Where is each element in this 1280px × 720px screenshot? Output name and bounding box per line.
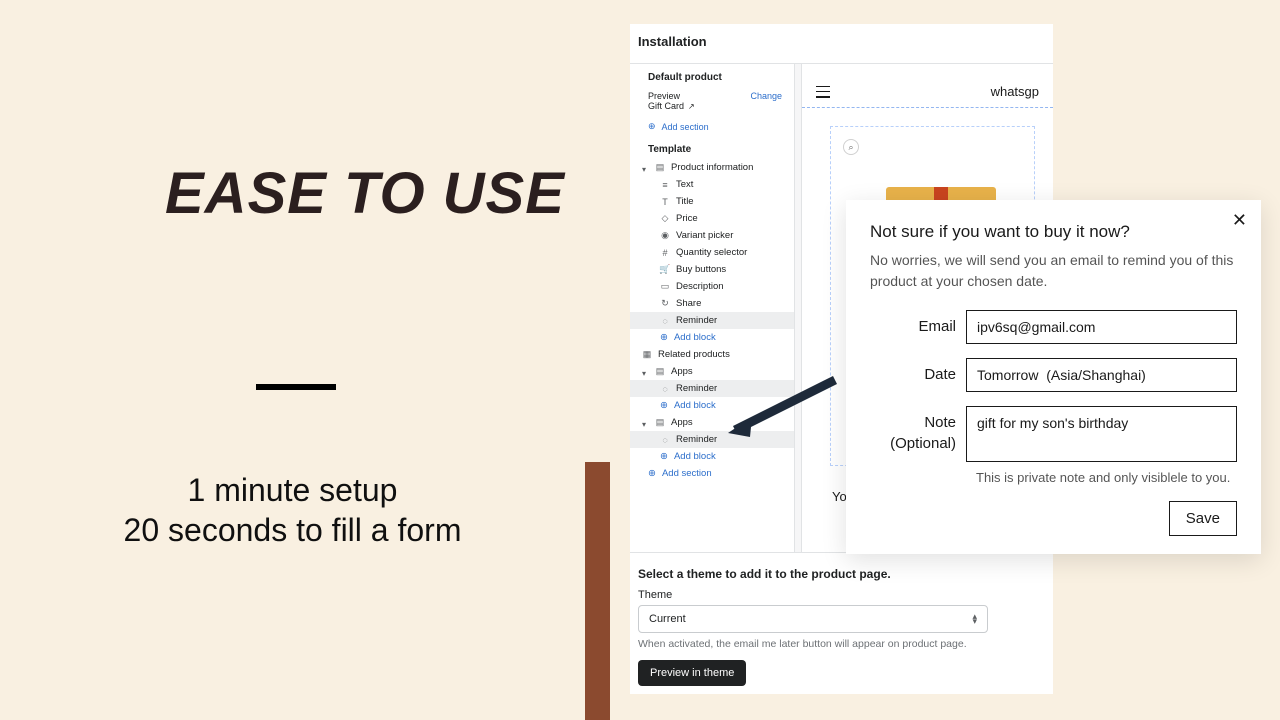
tree-text[interactable]: ≡Text <box>630 176 794 193</box>
variant-icon: ◉ <box>660 231 670 241</box>
plus-icon: ⊕ <box>660 400 668 411</box>
save-button[interactable]: Save <box>1169 501 1237 536</box>
template-label: Template <box>630 136 794 159</box>
modal-title: Not sure if you want to buy it now? <box>870 222 1237 242</box>
text-fragment: Yo <box>832 489 847 504</box>
arrow-annotation <box>720 375 840 445</box>
email-field[interactable] <box>966 310 1237 344</box>
editor-tree: Default product Preview Change Gift Card… <box>630 64 795 552</box>
external-link-icon[interactable]: ↗ <box>688 102 695 111</box>
headline: EASE TO USE <box>165 160 565 227</box>
preview-label: Preview <box>648 91 680 101</box>
change-link[interactable]: Change <box>750 91 782 101</box>
tree-quantity-selector[interactable]: #Quantity selector <box>630 244 794 261</box>
reminder-modal: ✕ Not sure if you want to buy it now? No… <box>846 200 1261 554</box>
date-field[interactable] <box>966 358 1237 392</box>
tree-share[interactable]: ↻Share <box>630 295 794 312</box>
tree-related-products[interactable]: ▦Related products <box>630 346 794 363</box>
grid-icon: ▦ <box>642 350 652 360</box>
caret-icon <box>642 419 649 426</box>
note-field[interactable] <box>966 406 1237 462</box>
theme-hint: When activated, the email me later butto… <box>638 638 1045 650</box>
installation-title: Installation <box>630 24 1053 63</box>
close-icon[interactable]: ✕ <box>1232 210 1247 231</box>
caret-icon <box>642 164 649 171</box>
apps-icon: ▤ <box>655 418 665 428</box>
subtext-line1: 1 minute setup <box>188 472 398 508</box>
cart-icon: 🛒 <box>660 265 670 275</box>
theme-section: Select a theme to add it to the product … <box>630 553 1053 692</box>
block-icon: ◌ <box>660 435 670 445</box>
quantity-icon: # <box>660 248 670 258</box>
tree-reminder-1[interactable]: ◌Reminder <box>630 312 794 329</box>
share-icon: ↻ <box>660 299 670 309</box>
preview-in-theme-button[interactable]: Preview in theme <box>638 660 746 686</box>
add-block-1[interactable]: ⊕Add block <box>630 329 794 346</box>
add-block-3[interactable]: ⊕Add block <box>630 448 794 465</box>
block-icon: ◌ <box>660 384 670 394</box>
tree-title[interactable]: TTitle <box>630 193 794 210</box>
plus-icon: ⊕ <box>648 468 656 479</box>
text-icon: ≡ <box>660 180 670 190</box>
plus-icon: ⊕ <box>660 451 668 462</box>
select-theme-instruction: Select a theme to add it to the product … <box>638 567 1045 581</box>
add-section[interactable]: ⊕ Add section <box>630 117 794 136</box>
tree-variant-picker[interactable]: ◉Variant picker <box>630 227 794 244</box>
title-icon: T <box>660 197 670 207</box>
theme-select-value: Current <box>649 613 686 625</box>
note-label: Note (Optional) <box>870 406 966 454</box>
accent-bar <box>585 462 610 720</box>
tree-product-information[interactable]: ▤ Product information <box>630 159 794 176</box>
theme-field-label: Theme <box>638 589 1045 601</box>
email-label: Email <box>870 310 966 337</box>
modal-subtitle: No worries, we will send you an email to… <box>870 250 1237 292</box>
block-icon: ◌ <box>660 316 670 326</box>
tree-description[interactable]: ▭Description <box>630 278 794 295</box>
description-icon: ▭ <box>660 282 670 292</box>
divider <box>256 384 336 390</box>
zoom-icon[interactable]: ⌕ <box>843 139 859 155</box>
gift-card-label: Gift Card <box>648 101 684 111</box>
note-hint: This is private note and only visiblele … <box>976 470 1237 485</box>
default-product-label: Default product <box>630 64 794 89</box>
updown-icon: ▴▾ <box>972 614 977 625</box>
subtext-line2: 20 seconds to fill a form <box>124 512 462 548</box>
theme-select[interactable]: Current ▴▾ <box>638 605 988 633</box>
add-section-2[interactable]: ⊕Add section <box>630 465 794 482</box>
plus-icon: ⊕ <box>660 332 668 343</box>
price-icon: ◇ <box>660 214 670 224</box>
apps-icon: ▤ <box>655 367 665 377</box>
marketing-panel: EASE TO USE 1 minute setup 20 seconds to… <box>0 0 585 720</box>
section-icon: ▤ <box>655 163 665 173</box>
plus-icon: ⊕ <box>648 121 656 132</box>
subtext: 1 minute setup 20 seconds to fill a form <box>0 470 585 550</box>
tree-buy-buttons[interactable]: 🛒Buy buttons <box>630 261 794 278</box>
caret-icon <box>642 368 649 375</box>
hamburger-icon[interactable] <box>816 86 830 98</box>
tree-price[interactable]: ◇Price <box>630 210 794 227</box>
brand-text: whatsgp <box>991 84 1039 99</box>
date-label: Date <box>870 358 966 385</box>
